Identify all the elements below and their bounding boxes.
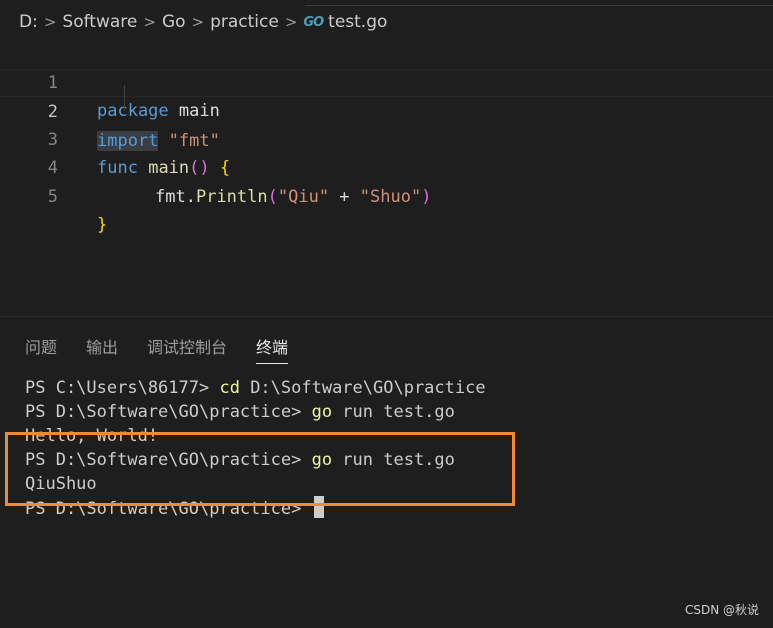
breadcrumb-practice[interactable]: practice	[210, 12, 279, 32]
terminal-line: PS D:\Software\GO\practice> go run test.…	[25, 400, 765, 424]
dot: .	[185, 186, 196, 207]
open-paren: (	[267, 186, 278, 207]
package-ref: fmt	[155, 186, 186, 207]
code-line[interactable]: 3 func main() {	[0, 97, 773, 179]
terminal-command: go	[311, 402, 333, 422]
breadcrumb-software[interactable]: Software	[62, 12, 137, 32]
close-paren: )	[421, 186, 432, 207]
terminal-line: PS C:\Users\86177> cd D:\Software\GO\pra…	[25, 376, 765, 400]
string-literal: "Qiu"	[277, 186, 330, 207]
panel-divider	[0, 316, 773, 317]
tab-debug-console[interactable]: 调试控制台	[147, 324, 227, 364]
chevron-right-icon: >	[143, 13, 156, 31]
tab-terminal[interactable]: 终端	[256, 324, 289, 364]
line-number: 5	[47, 186, 58, 207]
chevron-right-icon: >	[191, 13, 205, 31]
terminal-command: cd	[219, 378, 240, 398]
terminal-prompt: PS D:\Software\GO\practice>	[25, 402, 312, 422]
terminal-args: run test.go	[332, 402, 455, 422]
highlight-box	[5, 432, 515, 506]
code-line-current[interactable]: 2 import "fmt"	[0, 68, 773, 151]
string-literal: "Shuo"	[359, 186, 422, 207]
terminal-args: D:\Software\GO\practice	[239, 378, 486, 398]
code-line[interactable]: 5 }	[0, 154, 773, 236]
plus-operator: +	[329, 186, 360, 207]
chevron-right-icon: >	[43, 13, 57, 31]
close-brace: }	[97, 215, 108, 235]
code-line[interactable]: 1 package main	[0, 40, 773, 122]
tab-problems[interactable]: 问题	[25, 324, 57, 364]
go-file-icon: GO	[303, 14, 324, 30]
terminal-prompt: PS C:\Users\86177>	[25, 378, 220, 398]
indent-guide	[124, 85, 125, 111]
watermark: CSDN @秋说	[684, 603, 759, 617]
breadcrumb-drive[interactable]: D:	[19, 12, 38, 32]
function-call: Println	[195, 186, 268, 207]
breadcrumb-go[interactable]: Go	[162, 12, 186, 32]
tab-output[interactable]: 输出	[86, 324, 118, 364]
code-editor[interactable]: 1 package main 2 import "fmt" 3 func mai…	[0, 40, 773, 280]
breadcrumb: D: > Software > Go > practice > GO test.…	[0, 0, 773, 44]
code-line[interactable]: 4 fmt.Println("Qiu" + "Shuo")	[0, 126, 773, 207]
chevron-right-icon: >	[284, 13, 298, 31]
panel-tabs: 问题 输出 调试控制台 终端	[0, 324, 292, 364]
breadcrumb-file[interactable]: test.go	[328, 12, 387, 32]
